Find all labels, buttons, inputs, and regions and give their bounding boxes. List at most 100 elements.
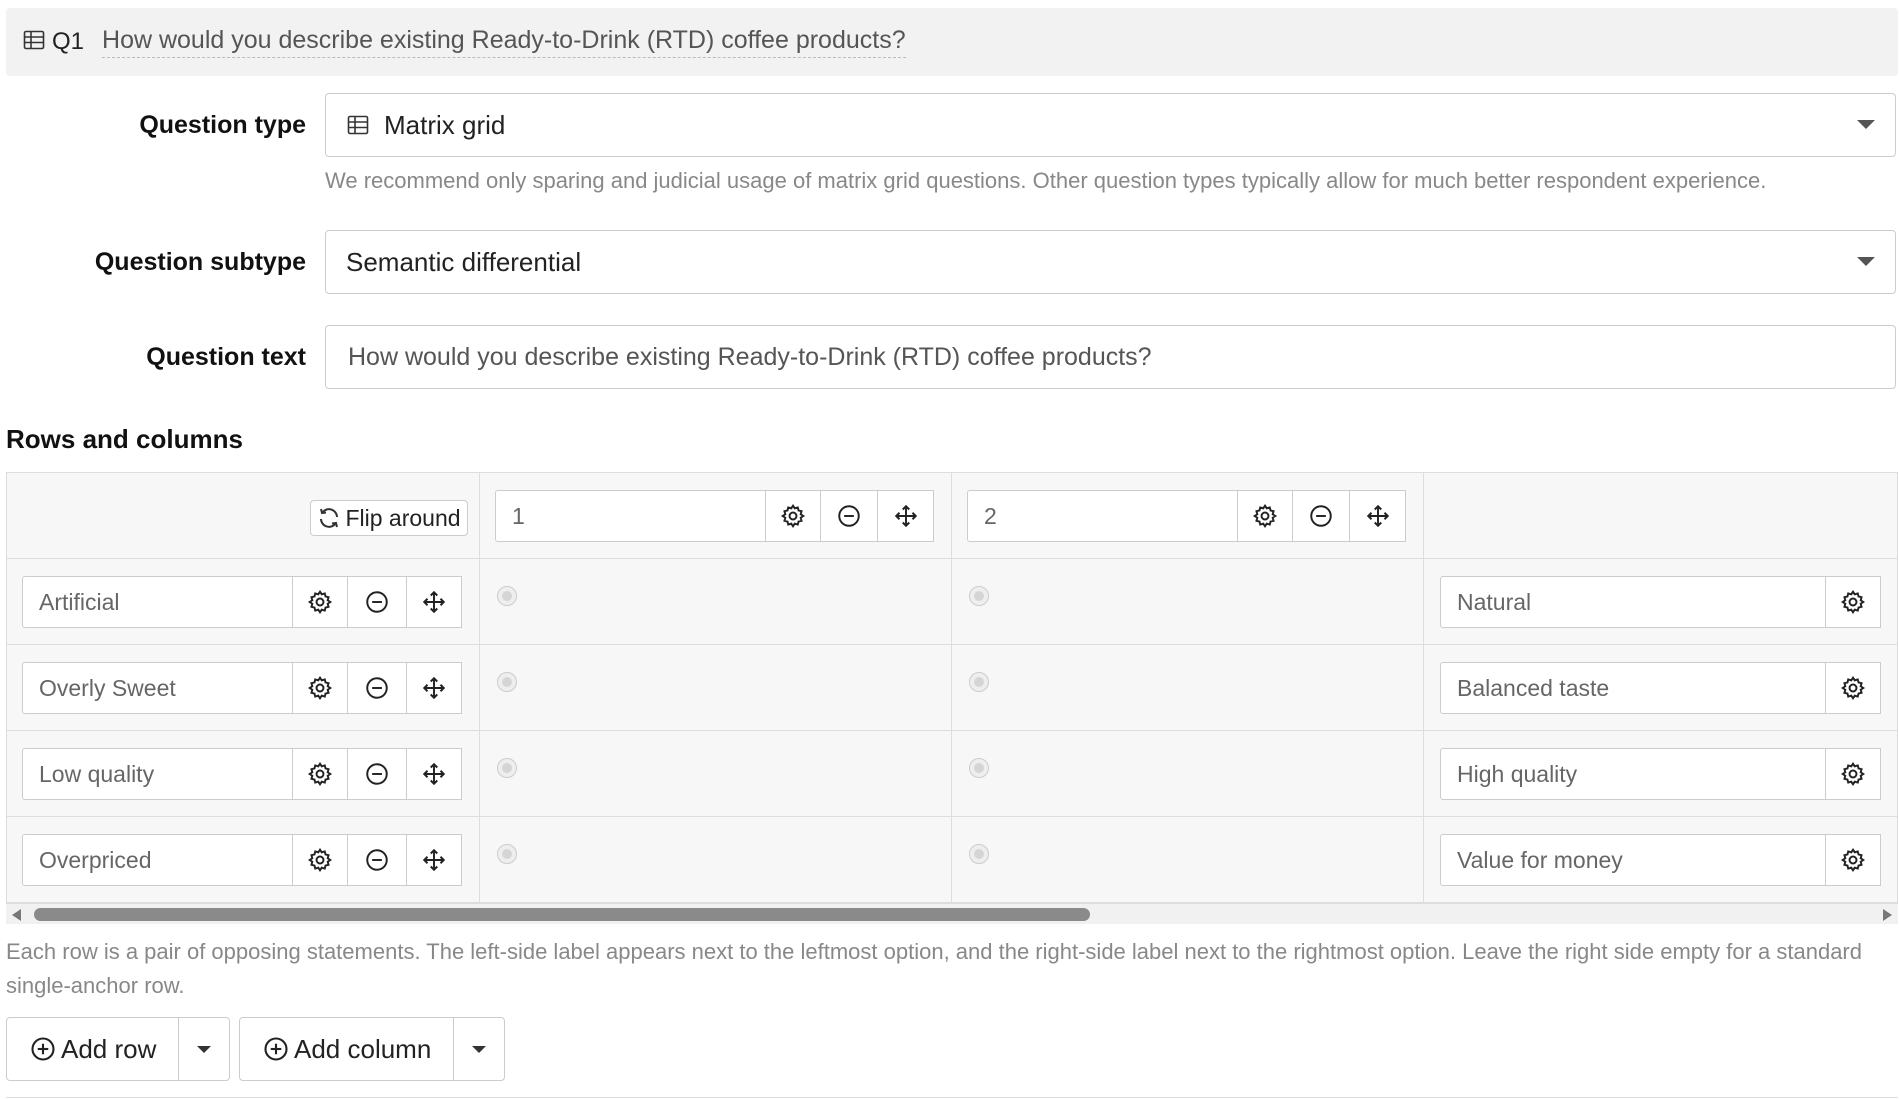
question-header: Q1 How would you describe existing Ready…: [6, 8, 1898, 76]
row-left-label-input[interactable]: Artificial: [22, 576, 293, 628]
minus-circle-icon: [838, 505, 860, 527]
divider: [6, 1097, 1898, 1098]
column-label-input[interactable]: 2: [967, 490, 1238, 542]
row-right-label-cell: Value for money: [1424, 817, 1897, 903]
plus-circle-icon: [264, 1037, 288, 1061]
row-remove-button[interactable]: [347, 834, 407, 886]
add-column-label: Add column: [294, 1033, 432, 1064]
grid-option-cell: [952, 731, 1424, 817]
horizontal-scrollbar[interactable]: [6, 904, 1898, 924]
question-text-input[interactable]: How would you describe existing Ready-to…: [325, 325, 1896, 389]
move-icon: [422, 590, 446, 614]
question-title[interactable]: How would you describe existing Ready-to…: [102, 26, 906, 58]
radio-option[interactable]: [969, 844, 989, 864]
minus-circle-icon: [366, 849, 388, 871]
column-remove-button[interactable]: [1292, 490, 1350, 542]
row-remove-button[interactable]: [347, 748, 407, 800]
row-right-label-input[interactable]: Balanced taste: [1440, 662, 1826, 714]
refresh-icon: [317, 506, 341, 530]
minus-circle-icon: [366, 677, 388, 699]
gear-icon: [1252, 503, 1278, 529]
row-right-settings-button[interactable]: [1825, 576, 1881, 628]
grid-option-cell: [952, 817, 1424, 903]
minus-circle-icon: [366, 591, 388, 613]
gear-icon: [1840, 675, 1866, 701]
radio-option[interactable]: [497, 672, 517, 692]
row-move-button[interactable]: [406, 834, 462, 886]
add-row-dropdown[interactable]: [179, 1018, 229, 1080]
flip-around-button[interactable]: Flip around: [310, 500, 468, 536]
radio-option[interactable]: [969, 672, 989, 692]
question-subtype-select[interactable]: Semantic differential: [325, 230, 1896, 294]
grid-option-cell: [480, 731, 952, 817]
grid-option-cell: [952, 559, 1424, 645]
gear-icon: [307, 675, 333, 701]
row-label-cell: Overly Sweet: [7, 645, 480, 731]
gear-icon: [307, 847, 333, 873]
right-header-cell: [1424, 473, 1897, 559]
row-settings-button[interactable]: [292, 576, 348, 628]
row-settings-button[interactable]: [292, 662, 348, 714]
move-icon: [422, 676, 446, 700]
scroll-right-icon[interactable]: [1883, 909, 1892, 921]
column-remove-button[interactable]: [820, 490, 878, 542]
radio-option[interactable]: [969, 586, 989, 606]
row-settings-button[interactable]: [292, 834, 348, 886]
column-settings-button[interactable]: [765, 490, 821, 542]
column-header-1: 1: [480, 473, 952, 559]
row-right-settings-button[interactable]: [1825, 748, 1881, 800]
row-right-label-input[interactable]: Natural: [1440, 576, 1826, 628]
gear-icon: [307, 761, 333, 787]
question-type-label: Question type: [139, 111, 306, 139]
radio-option[interactable]: [969, 758, 989, 778]
row-label-cell: Low quality: [7, 731, 480, 817]
grid-option-cell: [480, 559, 952, 645]
row-right-label-cell: High quality: [1424, 731, 1897, 817]
row-move-button[interactable]: [406, 576, 462, 628]
grid-corner-cell: Flip around: [7, 473, 480, 559]
minus-circle-icon: [366, 763, 388, 785]
gear-icon: [1840, 589, 1866, 615]
column-move-button[interactable]: [877, 490, 934, 542]
row-right-settings-button[interactable]: [1825, 662, 1881, 714]
row-move-button[interactable]: [406, 662, 462, 714]
scroll-left-icon[interactable]: [12, 909, 21, 921]
grid-help-text: Each row is a pair of opposing statement…: [6, 939, 1862, 998]
question-type-select[interactable]: Matrix grid: [325, 93, 1896, 157]
row-right-label-input[interactable]: High quality: [1440, 748, 1826, 800]
question-subtype-value: Semantic differential: [346, 246, 582, 277]
row-remove-button[interactable]: [347, 576, 407, 628]
row-label-cell: Artificial: [7, 559, 480, 645]
radio-option[interactable]: [497, 758, 517, 778]
radio-option[interactable]: [497, 844, 517, 864]
move-icon: [422, 848, 446, 872]
column-settings-button[interactable]: [1237, 490, 1293, 542]
add-column-button[interactable]: Add column: [240, 1018, 455, 1080]
question-text-label: Question text: [146, 343, 306, 371]
grid-option-cell: [480, 817, 952, 903]
add-row-button[interactable]: Add row: [7, 1018, 180, 1080]
column-label-input[interactable]: 1: [495, 490, 766, 542]
grid-icon: [346, 113, 370, 137]
move-icon: [422, 762, 446, 786]
row-right-settings-button[interactable]: [1825, 834, 1881, 886]
row-left-label-input[interactable]: Overpriced: [22, 834, 293, 886]
column-header-2: 2: [952, 473, 1424, 559]
row-remove-button[interactable]: [347, 662, 407, 714]
row-move-button[interactable]: [406, 748, 462, 800]
row-left-label-input[interactable]: Low quality: [22, 748, 293, 800]
column-move-button[interactable]: [1349, 490, 1406, 542]
caret-down-icon: [1857, 257, 1875, 266]
grid-icon: [22, 28, 46, 57]
grid-option-cell: [952, 645, 1424, 731]
row-right-label-input[interactable]: Value for money: [1440, 834, 1826, 886]
question-number: Q1: [52, 28, 85, 55]
gear-icon: [1840, 847, 1866, 873]
caret-down-icon: [197, 1045, 212, 1053]
scroll-thumb[interactable]: [34, 908, 1090, 921]
row-settings-button[interactable]: [292, 748, 348, 800]
add-column-dropdown[interactable]: [454, 1018, 504, 1080]
radio-option[interactable]: [497, 586, 517, 606]
row-left-label-input[interactable]: Overly Sweet: [22, 662, 293, 714]
question-subtype-label: Question subtype: [94, 248, 306, 276]
